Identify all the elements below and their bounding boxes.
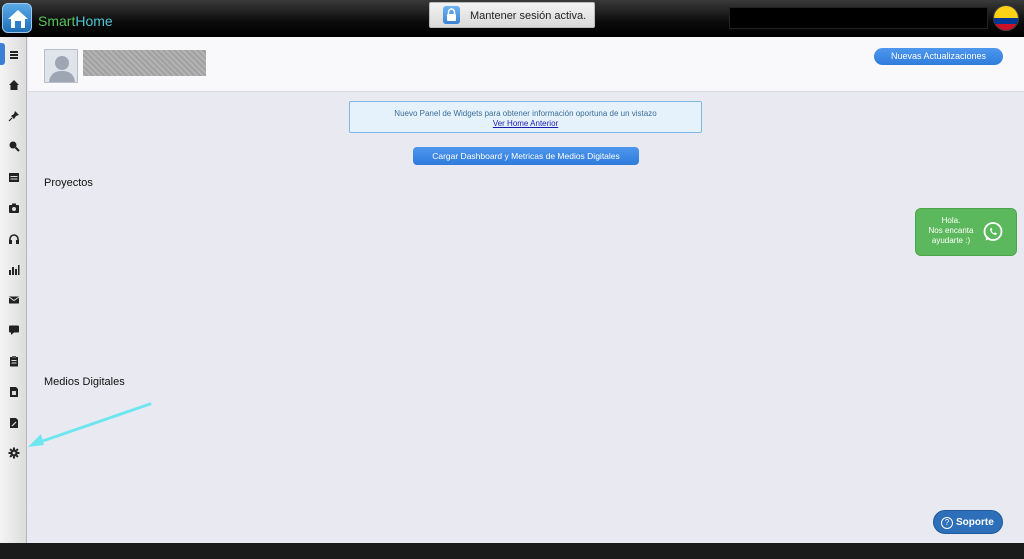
bar-chart-icon[interactable] [7,263,20,276]
notice-text: Nuevo Panel de Widgets para obtener info… [394,109,657,118]
user-name-blurred [83,50,206,76]
clipboard-icon[interactable] [7,354,20,367]
mail-icon[interactable] [7,293,20,306]
headset-icon[interactable] [7,232,20,245]
sidebar [0,37,27,543]
support-label: Soporte [956,517,994,528]
document-icon[interactable] [7,385,20,398]
house-icon [8,10,28,28]
gear-icon[interactable] [7,446,20,459]
chat-icon[interactable] [7,323,20,336]
avatar[interactable] [44,49,78,83]
search-icon[interactable] [7,139,20,152]
support-button[interactable]: ? Soporte [933,510,1003,534]
menu-icon[interactable] [7,48,20,61]
user-name-redacted[interactable] [729,7,988,29]
whatsapp-icon [983,222,1003,241]
section-title-medios-digitales: Medios Digitales [44,376,125,388]
top-bar: SmartHome Mantener sesión activa. [0,0,1024,37]
camera-icon[interactable] [7,201,20,214]
help-icon: ? [941,517,953,529]
previous-home-link[interactable]: Ver Home Anterior [350,119,701,128]
pin-icon[interactable] [7,109,20,122]
whatsapp-text: Hola. Nos encanta ayudarte :) [928,216,974,245]
smarthome-logo[interactable] [2,3,32,33]
section-title-proyectos: Proyectos [44,177,93,189]
new-updates-button[interactable]: Nuevas Actualizaciones [874,48,1003,65]
widgets-notice: Nuevo Panel de Widgets para obtener info… [349,101,702,133]
sidebar-active-indicator [0,43,5,65]
user-silhouette-icon [49,56,75,82]
arrow-annotation [28,402,152,447]
whatsapp-chat-button[interactable]: Hola. Nos encanta ayudarte :) [915,208,1017,256]
keep-session-label: Mantener sesión activa. [470,10,587,22]
profile-header: Nuevas Actualizaciones [28,37,1024,92]
load-dashboard-button[interactable]: Cargar Dashboard y Metricas de Medios Di… [413,147,639,165]
brand-name: SmartHome [38,13,113,29]
lock-icon [443,6,460,24]
home-icon[interactable] [7,78,20,91]
colombia-flag-icon[interactable] [993,5,1019,31]
calendar-icon[interactable] [7,170,20,183]
edit-document-icon[interactable] [7,416,20,429]
bottom-bar [0,543,1024,559]
keep-session-button[interactable]: Mantener sesión activa. [429,2,595,28]
